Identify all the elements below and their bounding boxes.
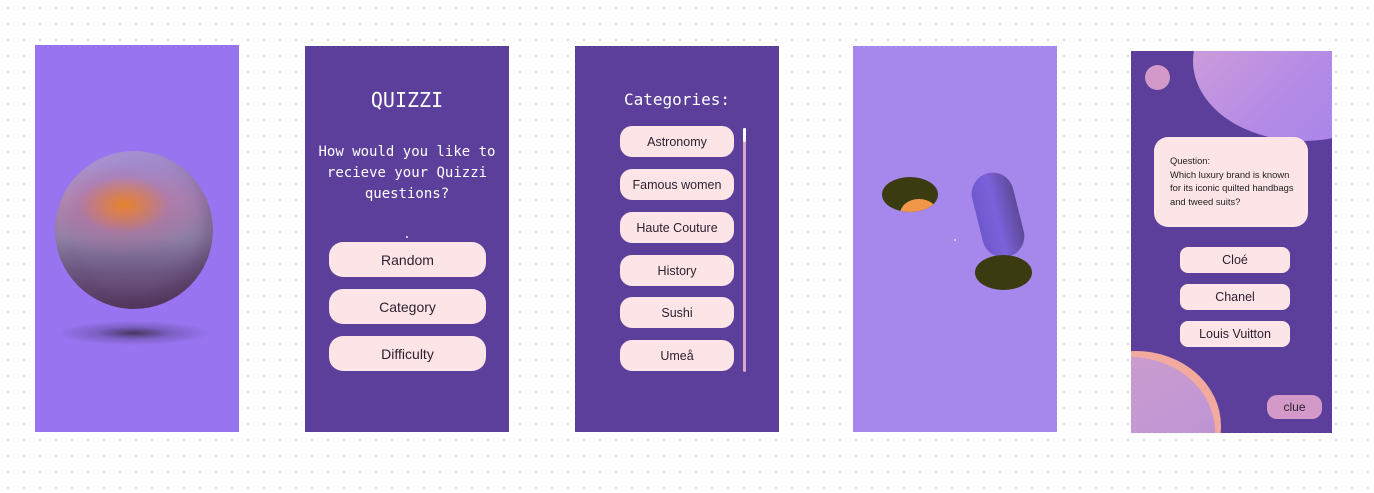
scrollbar-track[interactable] xyxy=(743,128,746,372)
sphere-shadow xyxy=(59,321,209,345)
answer-button-chanel[interactable]: Chanel xyxy=(1180,284,1290,310)
category-item-haute-couture[interactable]: Haute Couture xyxy=(620,212,734,243)
blob-top-right xyxy=(1193,51,1332,141)
question-text: Which luxury brand is known for its icon… xyxy=(1170,168,1294,207)
hole-left xyxy=(882,177,938,212)
question-screen: Question: Which luxury brand is known fo… xyxy=(1131,51,1332,433)
clue-button[interactable]: clue xyxy=(1267,395,1322,419)
question-card: Question: Which luxury brand is known fo… xyxy=(1154,137,1308,227)
transition-screen xyxy=(853,46,1057,432)
category-item-umea[interactable]: Umeå xyxy=(620,340,734,371)
splash-screen xyxy=(35,45,239,432)
mode-question: How would you like to recieve your Quizz… xyxy=(318,144,496,202)
capsule-shape xyxy=(967,168,1029,262)
categories-screen: Categories: Astronomy Famous women Haute… xyxy=(575,46,779,432)
orange-ball xyxy=(900,199,938,212)
category-item-history[interactable]: History xyxy=(620,255,734,286)
blob-bottom-left xyxy=(1131,357,1215,433)
category-item-astronomy[interactable]: Astronomy xyxy=(620,126,734,157)
answer-button-louis-vuitton[interactable]: Louis Vuitton xyxy=(1180,321,1290,347)
categories-title: Categories: xyxy=(624,90,730,109)
scrollbar-thumb[interactable] xyxy=(743,128,746,142)
mode-select-screen: QUIZZI How would you like to recieve you… xyxy=(305,46,509,432)
hole-right xyxy=(975,255,1032,290)
decorative-circle xyxy=(1145,65,1170,90)
category-item-sushi[interactable]: Sushi xyxy=(620,297,734,328)
answer-button-cloe[interactable]: Cloé xyxy=(1180,247,1290,273)
category-button[interactable]: Category xyxy=(329,289,486,324)
app-title: QUIZZI xyxy=(370,88,444,112)
category-item-famous-women[interactable]: Famous women xyxy=(620,169,734,200)
decorative-dot xyxy=(954,239,956,241)
difficulty-button[interactable]: Difficulty xyxy=(329,336,486,371)
question-label: Question: xyxy=(1170,155,1211,166)
decorative-dot xyxy=(406,236,408,238)
gradient-sphere xyxy=(55,151,213,309)
random-button[interactable]: Random xyxy=(329,242,486,277)
